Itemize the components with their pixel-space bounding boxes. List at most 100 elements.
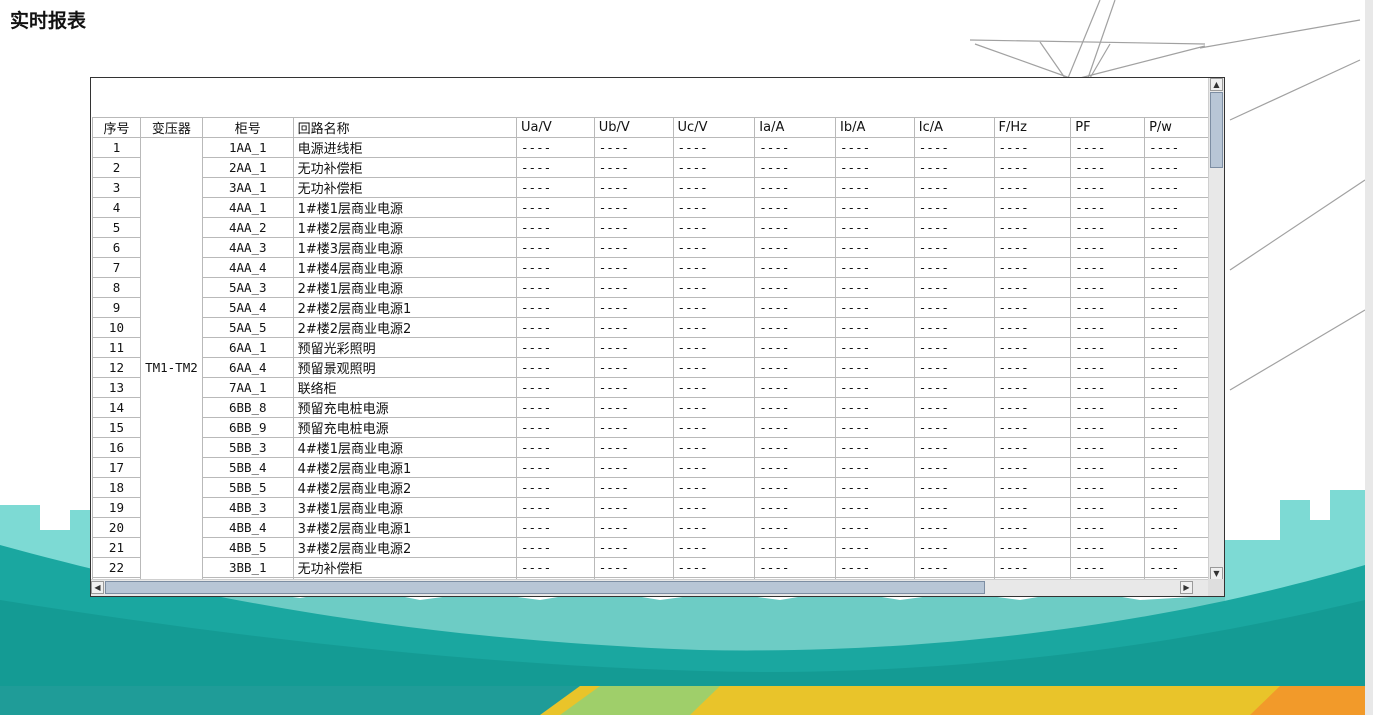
row-number: 19: [92, 497, 141, 518]
table-row[interactable]: 13 7AA_1 联络柜 ---- ---- ---- ---- ---- ---- ---- --…: [92, 377, 1209, 398]
table-row[interactable]: 11 6AA_1 预留光彩照明 ---- ---- ---- ---- ---- ---- ---…: [92, 337, 1209, 358]
measurement-value: ----: [1144, 217, 1209, 238]
report-panel: 序号 变压器 柜号 回路名称 Ua/V Ub/V Uc/V Ia/A Ib/A Ic/A F/Hz P…: [90, 77, 1225, 597]
measurement-value: ----: [993, 197, 1072, 218]
scroll-up-icon[interactable]: ▲: [1210, 78, 1223, 91]
measurement-value: ----: [672, 497, 756, 518]
measurement-value: ----: [516, 537, 595, 558]
measurement-value: ----: [1144, 557, 1209, 578]
measurement-value: ----: [1070, 497, 1146, 518]
measurement-value: ----: [672, 277, 756, 298]
measurement-value: ----: [516, 177, 595, 198]
vertical-scroll-thumb[interactable]: [1210, 92, 1223, 168]
measurement-value: ----: [1144, 337, 1209, 358]
measurement-value: ----: [1070, 197, 1146, 218]
circuit-name: 1#楼4层商业电源: [292, 257, 518, 278]
measurement-value: ----: [754, 537, 837, 558]
table-header: 序号 变压器 柜号 回路名称 Ua/V Ub/V Uc/V Ia/A Ib/A Ic/A F/Hz P…: [92, 117, 1209, 138]
cabinet-number: 5BB_5: [201, 477, 294, 498]
table-row[interactable]: 21 4BB_5 3#楼2层商业电源2 ---- ---- ---- ---- ---- ---…: [92, 537, 1209, 558]
measurement-value: ----: [913, 457, 995, 478]
measurement-value: ----: [1144, 137, 1209, 158]
horizontal-scrollbar[interactable]: ◀ ▶: [91, 579, 1209, 596]
circuit-name: 1#楼3层商业电源: [292, 237, 518, 258]
measurement-value: ----: [593, 277, 674, 298]
circuit-name: 无功补偿柜: [292, 557, 518, 578]
measurement-value: ----: [993, 177, 1072, 198]
measurement-value: ----: [1070, 257, 1146, 278]
cabinet-number: 3AA_1: [201, 177, 294, 198]
table-viewport[interactable]: 序号 变压器 柜号 回路名称 Ua/V Ub/V Uc/V Ia/A Ib/A Ic/A F/Hz P…: [92, 79, 1209, 580]
table-row[interactable]: 9 5AA_4 2#楼2层商业电源1 ---- ---- ---- ---- ---- ----…: [92, 297, 1209, 318]
measurement-value: ----: [993, 517, 1072, 538]
vertical-scrollbar[interactable]: ▲ ▼: [1208, 78, 1224, 580]
table-row[interactable]: 12 6AA_4 预留景观照明 ---- ---- ---- ---- ---- ---- ---…: [92, 357, 1209, 378]
table-row[interactable]: 4 4AA_1 1#楼1层商业电源 ---- ---- ---- ---- ---- ---- -…: [92, 197, 1209, 218]
cabinet-number: 4BB_4: [201, 517, 294, 538]
table-row[interactable]: 18 5BB_5 4#楼2层商业电源2 ---- ---- ---- ---- ---- ---…: [92, 477, 1209, 498]
measurement-value: ----: [835, 397, 915, 418]
row-number: 3: [92, 177, 141, 198]
scroll-right-icon[interactable]: ▶: [1180, 581, 1193, 594]
table-row[interactable]: 10 5AA_5 2#楼2层商业电源2 ---- ---- ---- ---- ---- ---…: [92, 317, 1209, 338]
measurement-value: ----: [593, 417, 674, 438]
measurement-value: ----: [754, 437, 837, 458]
table-row[interactable]: 16 5BB_3 4#楼1层商业电源 ---- ---- ---- ---- ---- ----…: [92, 437, 1209, 458]
measurement-value: ----: [1070, 437, 1146, 458]
cabinet-number: 5AA_5: [201, 317, 294, 338]
row-number: 17: [92, 457, 141, 478]
measurement-value: ----: [1070, 297, 1146, 318]
table-row[interactable]: 22 3BB_1 无功补偿柜 ---- ---- ---- ---- ---- ---- ----…: [92, 557, 1209, 578]
measurement-value: ----: [516, 197, 595, 218]
measurement-value: ----: [516, 377, 595, 398]
measurement-value: ----: [835, 437, 915, 458]
measurement-value: ----: [993, 277, 1072, 298]
table-row[interactable]: 7 4AA_4 1#楼4层商业电源 ---- ---- ---- ---- ---- ---- -…: [92, 257, 1209, 278]
measurement-value: ----: [672, 217, 756, 238]
table-row[interactable]: 2 2AA_1 无功补偿柜 ---- ---- ---- ---- ---- ---- ---- -…: [92, 157, 1209, 178]
measurement-value: ----: [1144, 157, 1209, 178]
measurement-value: ----: [1070, 137, 1146, 158]
measurement-value: ----: [993, 377, 1072, 398]
table-row[interactable]: 8 5AA_3 2#楼1层商业电源 ---- ---- ---- ---- ---- ---- -…: [92, 277, 1209, 298]
column-header: 序号: [92, 117, 141, 138]
table-row[interactable]: 17 5BB_4 4#楼2层商业电源1 ---- ---- ---- ---- ---- ---…: [92, 457, 1209, 478]
measurement-value: ----: [913, 157, 995, 178]
measurement-value: ----: [835, 417, 915, 438]
page-title: 实时报表: [10, 10, 87, 32]
measurement-value: ----: [516, 477, 595, 498]
measurement-value: ----: [516, 257, 595, 278]
cabinet-number: 7AA_1: [201, 377, 294, 398]
measurement-value: ----: [516, 497, 595, 518]
measurement-value: ----: [913, 397, 995, 418]
measurement-value: ----: [754, 197, 837, 218]
table-row[interactable]: 14 6BB_8 预留充电桩电源 ---- ---- ---- ---- ---- ---- --…: [92, 397, 1209, 418]
table-row[interactable]: 20 4BB_4 3#楼2层商业电源1 ---- ---- ---- ---- ---- ---…: [92, 517, 1209, 538]
horizontal-scroll-thumb[interactable]: [105, 581, 985, 594]
measurement-value: ----: [835, 277, 915, 298]
table-row[interactable]: 15 6BB_9 预留充电桩电源 ---- ---- ---- ---- ---- ---- --…: [92, 417, 1209, 438]
measurement-value: ----: [993, 537, 1072, 558]
measurement-value: ----: [593, 197, 674, 218]
table-row[interactable]: 3 3AA_1 无功补偿柜 ---- ---- ---- ---- ---- ---- ---- -…: [92, 177, 1209, 198]
row-number: 13: [92, 377, 141, 398]
circuit-name: 2#楼2层商业电源2: [292, 317, 518, 338]
circuit-name: 2#楼1层商业电源: [292, 277, 518, 298]
row-number: 22: [92, 557, 141, 578]
table-row[interactable]: 5 4AA_2 1#楼2层商业电源 ---- ---- ---- ---- ---- ---- -…: [92, 217, 1209, 238]
row-number: 21: [92, 537, 141, 558]
table-row[interactable]: 6 4AA_3 1#楼3层商业电源 ---- ---- ---- ---- ---- ---- -…: [92, 237, 1209, 258]
measurement-value: ----: [516, 317, 595, 338]
measurement-value: ----: [913, 377, 995, 398]
scroll-left-icon[interactable]: ◀: [91, 581, 104, 594]
table-row[interactable]: 1 TM1-TM2 1AA_1 电源进线柜 ---- ---- ---- ---- ---- --…: [92, 137, 1209, 580]
measurement-value: ----: [593, 517, 674, 538]
measurement-value: ----: [993, 297, 1072, 318]
measurement-value: ----: [1070, 517, 1146, 538]
cabinet-number: 4AA_2: [201, 217, 294, 238]
measurement-value: ----: [1070, 557, 1146, 578]
table-row[interactable]: 19 4BB_3 3#楼1层商业电源 ---- ---- ---- ---- ---- ----…: [92, 497, 1209, 518]
column-header: Uc/V: [672, 117, 756, 138]
circuit-name: 电源进线柜: [292, 137, 518, 158]
row-number: 6: [92, 237, 141, 258]
